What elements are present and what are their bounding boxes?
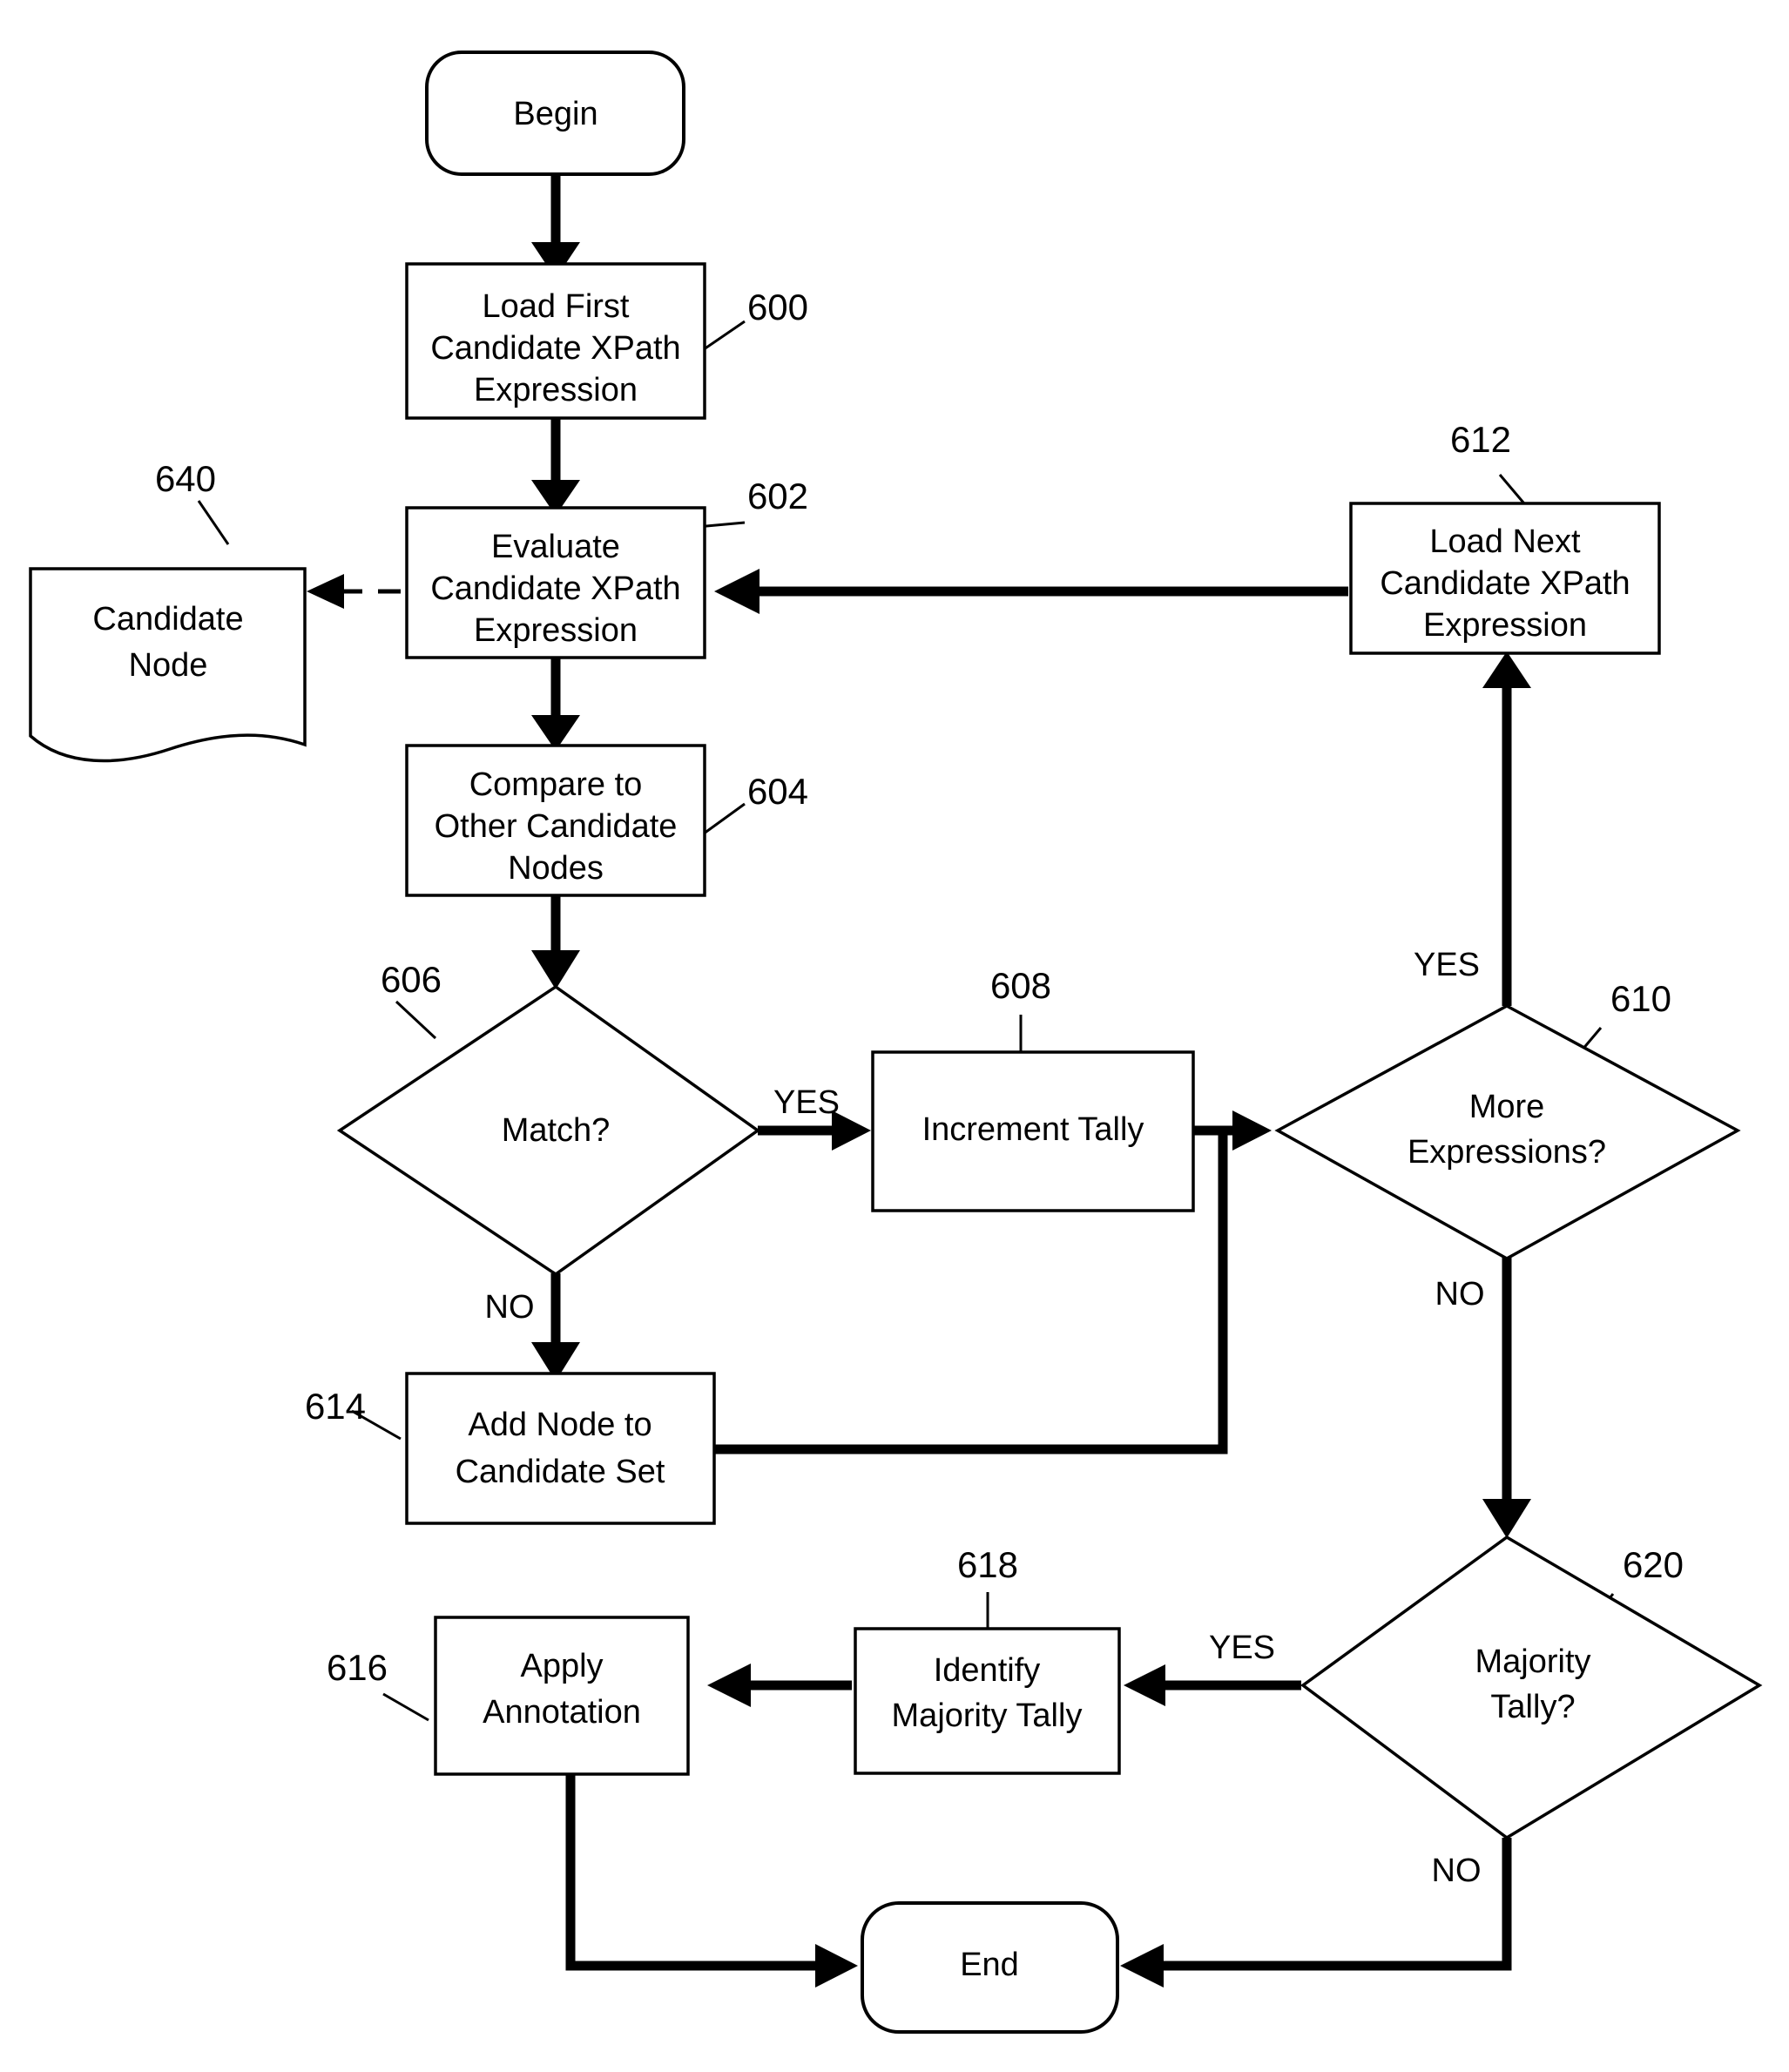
- edge-label-match-no: NO: [485, 1289, 535, 1326]
- node-640-line2: Node: [129, 647, 208, 684]
- node-610-line2: Expressions?: [1408, 1134, 1606, 1171]
- node-616-line1: Apply: [520, 1648, 603, 1684]
- node-begin[interactable]: Begin: [425, 51, 685, 176]
- edge-label-more-no: NO: [1435, 1276, 1485, 1313]
- reference-numeral-614: 614: [305, 1386, 366, 1427]
- node-candidate-node-document[interactable]: Candidate Node: [29, 567, 307, 763]
- edge-label-more-yes: YES: [1414, 947, 1480, 983]
- node-612-line1: Load Next: [1429, 523, 1581, 560]
- connector-606-no-to-614: [531, 1273, 580, 1381]
- connector-610-no-to-620: [1482, 1258, 1531, 1538]
- node-606-label: Match?: [502, 1112, 611, 1149]
- reference-numeral-620: 620: [1623, 1544, 1684, 1585]
- reference-numeral-612: 612: [1450, 419, 1511, 460]
- node-begin-label: Begin: [513, 96, 597, 132]
- flowchart-canvas: Begin Load First Candidate XPath Express…: [0, 0, 1789, 2072]
- node-compare-to-other-candidate-nodes[interactable]: Compare to Other Candidate Nodes: [405, 744, 706, 897]
- connector-604-to-606: [531, 894, 580, 989]
- edge-label-majority-no: NO: [1432, 1853, 1482, 1889]
- node-end[interactable]: End: [861, 1901, 1119, 2034]
- reference-numeral-618: 618: [957, 1544, 1018, 1585]
- connector-610-yes-to-612: [1482, 651, 1531, 1006]
- node-600-line3: Expression: [474, 372, 638, 408]
- node-load-next-candidate-xpath-expression[interactable]: Load Next Candidate XPath Expression: [1349, 502, 1661, 655]
- node-604-line1: Compare to: [469, 766, 643, 803]
- connector-600-to-602: [531, 416, 580, 516]
- node-612-line3: Expression: [1423, 607, 1587, 644]
- reference-numeral-602: 602: [747, 476, 808, 516]
- connector-612-to-602: [714, 569, 1348, 614]
- edge-label-majority-yes: YES: [1209, 1630, 1275, 1666]
- node-620-line1: Majority: [1475, 1643, 1590, 1680]
- node-load-first-candidate-xpath-expression[interactable]: Load First Candidate XPath Expression: [405, 262, 706, 420]
- node-600-line2: Candidate XPath: [430, 330, 680, 367]
- reference-numeral-604: 604: [747, 771, 808, 812]
- node-match-decision[interactable]: Match?: [336, 984, 761, 1277]
- node-608-label: Increment Tally: [922, 1111, 1144, 1148]
- edge-label-match-yes: YES: [773, 1084, 840, 1121]
- reference-numeral-600: 600: [747, 287, 808, 327]
- node-612-line2: Candidate XPath: [1380, 565, 1630, 602]
- node-600-line1: Load First: [483, 288, 630, 325]
- node-620-line2: Tally?: [1490, 1689, 1575, 1725]
- node-add-node-to-candidate-set[interactable]: Add Node to Candidate Set: [405, 1372, 716, 1525]
- reference-numeral-616: 616: [327, 1647, 388, 1688]
- node-604-line3: Nodes: [508, 850, 604, 887]
- node-majority-tally-decision[interactable]: Majority Tally?: [1300, 1535, 1763, 1840]
- node-end-label: End: [960, 1947, 1019, 1983]
- connector-616-to-end: [565, 1773, 858, 1988]
- node-616-line2: Annotation: [483, 1694, 641, 1731]
- connector-608-to-610: [1190, 1110, 1272, 1151]
- connector-602-to-604: [531, 658, 580, 751]
- node-604-line2: Other Candidate: [435, 808, 678, 845]
- reference-numeral-606: 606: [381, 959, 442, 1000]
- flowchart-svg: Begin Load First Candidate XPath Express…: [29, 51, 1763, 2034]
- node-640-line1: Candidate: [92, 601, 243, 638]
- node-618-line1: Identify: [934, 1652, 1041, 1689]
- node-apply-annotation[interactable]: Apply Annotation: [434, 1616, 690, 1776]
- node-602-line2: Candidate XPath: [430, 570, 680, 607]
- node-increment-tally[interactable]: Increment Tally: [871, 1050, 1195, 1212]
- connector-620-yes-to-618: [1124, 1664, 1301, 1706]
- node-610-line1: More: [1469, 1089, 1545, 1125]
- node-evaluate-candidate-xpath-expression[interactable]: Evaluate Candidate XPath Expression: [405, 506, 706, 659]
- connector-618-to-616: [707, 1664, 852, 1707]
- node-more-expressions-decision[interactable]: More Expressions?: [1274, 1004, 1741, 1261]
- node-618-line2: Majority Tally: [892, 1697, 1083, 1734]
- reference-numeral-608: 608: [990, 965, 1051, 1006]
- node-602-line3: Expression: [474, 612, 638, 649]
- node-614-line1: Add Node to: [468, 1407, 651, 1443]
- connector-602-to-640-dashed: [307, 574, 401, 609]
- reference-numeral-610: 610: [1610, 978, 1671, 1019]
- node-602-line1: Evaluate: [491, 529, 620, 565]
- node-614-line2: Candidate Set: [456, 1454, 665, 1490]
- node-identify-majority-tally[interactable]: Identify Majority Tally: [854, 1627, 1121, 1775]
- reference-numeral-640: 640: [155, 458, 216, 499]
